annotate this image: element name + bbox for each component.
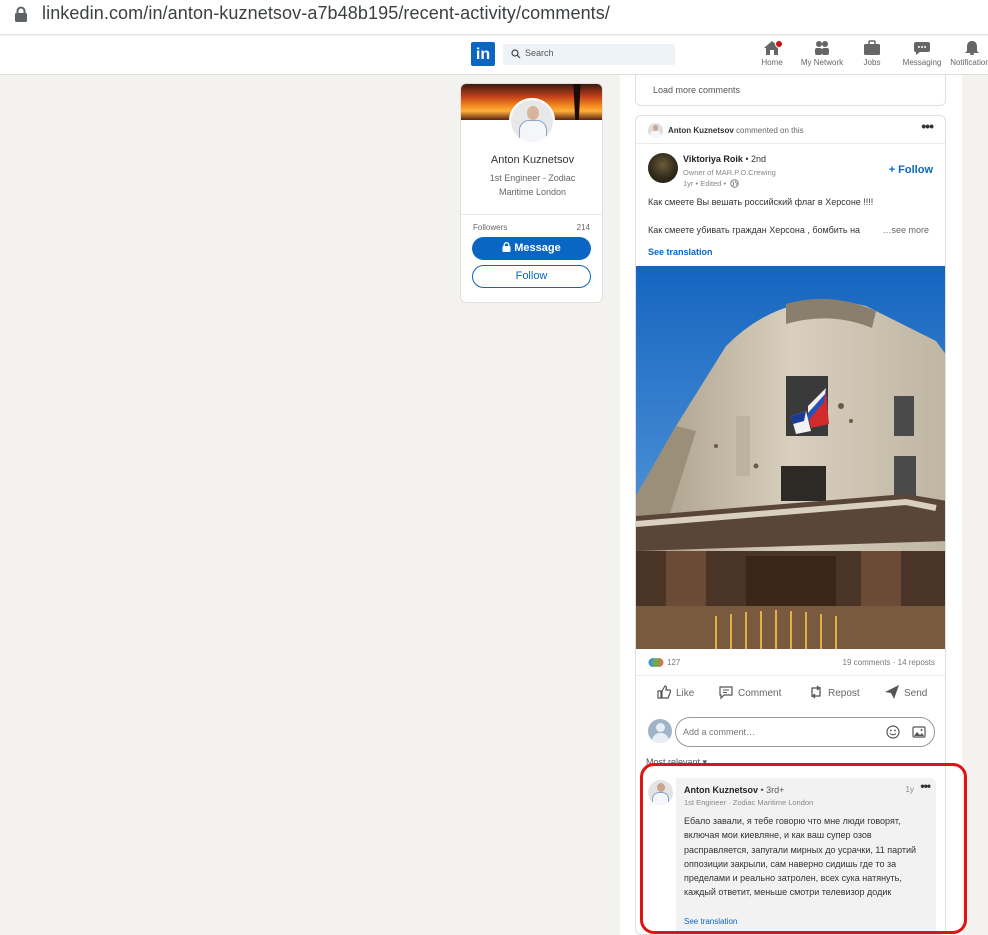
like-label: Like — [676, 688, 695, 699]
see-more-link[interactable]: …see more — [882, 225, 929, 235]
search-placeholder: Search — [525, 48, 554, 58]
comment-bubble: Anton Kuznetsov • 3rd+ 1y ••• 1st Engine… — [676, 778, 936, 934]
divider — [636, 675, 945, 676]
comment-author-line: Anton Kuznetsov • 3rd+ — [684, 785, 784, 795]
post-actions: Like Comment Repost Send — [636, 684, 945, 704]
profile-card: Anton Kuznetsov 1st Engineer - Zodiac Ma… — [460, 83, 603, 303]
globe-icon — [730, 179, 740, 188]
post-text-line-1: Как смеете Вы вешать российский флаг в Х… — [648, 197, 874, 207]
top-navigation: in Search Home My Network Jobs Messaging… — [0, 36, 988, 75]
comment-options-icon[interactable]: ••• — [920, 779, 931, 793]
sort-comments-dropdown[interactable]: Most relevant ▾ — [646, 757, 707, 768]
post-options-icon[interactable]: ••• — [921, 118, 934, 134]
browser-address-bar[interactable]: linkedin.com/in/anton-kuznetsov-a7b48b19… — [0, 0, 988, 35]
image-icon[interactable] — [912, 725, 926, 739]
current-user-avatar — [648, 719, 672, 743]
comment-label: Comment — [738, 688, 782, 699]
messaging-icon — [914, 42, 930, 55]
nav-my-network[interactable]: My Network — [797, 40, 847, 67]
author-degree: • 2nd — [745, 154, 767, 164]
previous-post-card: Load more comments — [635, 75, 946, 106]
message-button-label: Message — [514, 242, 561, 254]
network-icon — [815, 41, 829, 55]
comment-author-degree: • 3rd+ — [760, 785, 785, 795]
add-comment-placeholder: Add a comment… — [683, 727, 756, 737]
nav-messaging-label: Messaging — [902, 58, 942, 67]
load-more-comments-button[interactable]: Load more comments — [653, 85, 740, 95]
follow-author-button[interactable]: + Follow — [889, 164, 933, 176]
profile-name[interactable]: Anton Kuznetsov — [461, 154, 602, 166]
lock-icon — [502, 242, 511, 252]
nav-jobs[interactable]: Jobs — [847, 40, 897, 67]
search-icon — [511, 49, 521, 59]
jobs-icon — [864, 40, 880, 55]
comment-text: Ебало завали, я тебе говорю что мне люди… — [684, 816, 917, 898]
thumbs-up-icon — [657, 685, 672, 699]
nav-notifications[interactable]: Notifications — [947, 40, 988, 67]
comment-see-translation-link[interactable]: See translation — [684, 917, 737, 926]
send-icon — [885, 685, 899, 699]
send-label: Send — [904, 688, 928, 699]
repost-icon — [811, 685, 821, 699]
author-avatar[interactable] — [648, 153, 678, 183]
emoji-icon[interactable] — [886, 725, 900, 739]
nav-messaging[interactable]: Messaging — [897, 40, 947, 67]
comments-reposts-count[interactable]: 19 comments · 14 reposts — [843, 658, 935, 667]
author-subtitle: Owner of MAR.P.O.Crewing — [683, 168, 776, 177]
divider — [636, 143, 945, 144]
post-text-line-2: Как смеете убивать граждан Херсона , бом… — [648, 225, 861, 235]
divider — [461, 214, 602, 215]
followers-count: 214 — [576, 223, 590, 232]
lock-icon — [15, 6, 27, 22]
author-line: Viktoriya Roik • 2nd — [683, 154, 766, 164]
url-text[interactable]: linkedin.com/in/anton-kuznetsov-a7b48b19… — [42, 3, 610, 24]
activity-header-name[interactable]: Anton Kuznetsov — [668, 126, 734, 135]
activity-header: Anton Kuznetsov commented on this — [668, 126, 804, 135]
add-comment-input[interactable]: Add a comment… — [675, 717, 935, 747]
profile-avatar[interactable] — [509, 98, 555, 144]
message-button[interactable]: Message — [472, 237, 591, 260]
comment-icon — [719, 686, 733, 700]
profile-headline: 1st Engineer - Zodiac Maritime London — [489, 173, 576, 197]
comment-author-subtitle: 1st Engineer · Zodiac Maritime London — [684, 798, 814, 807]
post-time-text: 1yr • Edited • — [683, 179, 727, 188]
reactions-count[interactable]: 127 — [667, 658, 680, 667]
like-button[interactable]: Like — [656, 684, 694, 700]
comment-author-avatar[interactable] — [648, 780, 673, 805]
nav-my-network-label: My Network — [800, 58, 844, 67]
commenter-avatar[interactable] — [648, 123, 663, 138]
comment-button[interactable]: Comment — [718, 684, 781, 700]
search-input[interactable]: Search — [503, 44, 675, 65]
repost-button[interactable]: Repost — [808, 684, 860, 700]
social-counts: 127 19 comments · 14 reposts — [648, 657, 935, 669]
bell-icon — [965, 41, 979, 55]
nav-notifications-label: Notifications — [950, 58, 988, 67]
nav-jobs-label: Jobs — [863, 58, 881, 67]
followers-label: Followers — [473, 223, 508, 232]
reaction-icons[interactable] — [648, 657, 664, 668]
nav-home-label: Home — [761, 58, 783, 67]
follow-button[interactable]: Follow — [472, 265, 591, 288]
author-name[interactable]: Viktoriya Roik — [683, 154, 743, 164]
repost-label: Repost — [828, 688, 860, 699]
nav-home[interactable]: Home — [747, 40, 797, 67]
send-button[interactable]: Send — [884, 684, 927, 700]
notification-dot — [775, 40, 783, 48]
post-image[interactable] — [636, 266, 945, 649]
activity-post-card: Anton Kuznetsov commented on this ••• Vi… — [635, 115, 946, 935]
building-photo — [636, 266, 945, 649]
post-time: 1yr • Edited • — [683, 179, 740, 188]
linkedin-logo[interactable]: in — [471, 42, 495, 66]
activity-header-action: commented on this — [736, 126, 804, 135]
see-translation-link[interactable]: See translation — [648, 247, 713, 257]
comment-author-name[interactable]: Anton Kuznetsov — [684, 785, 758, 795]
comment-time: 1y — [905, 785, 914, 794]
